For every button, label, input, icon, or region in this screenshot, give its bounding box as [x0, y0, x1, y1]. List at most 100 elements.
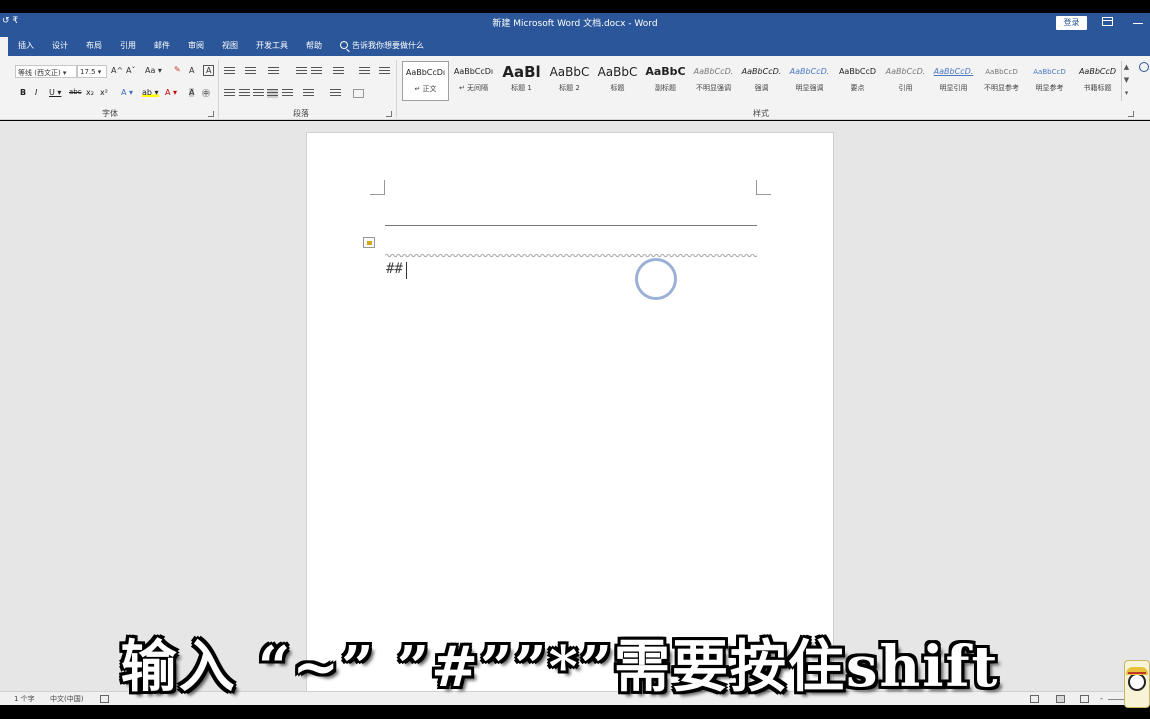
tab-help[interactable]: 帮助: [306, 40, 322, 51]
style-subtle-emphasis[interactable]: AaBbCcD. 不明显强调: [690, 61, 737, 101]
style-sample: AaBl: [502, 63, 541, 81]
bullets-icon[interactable]: [224, 67, 235, 76]
font-size-combo[interactable]: 17.5 ▾: [77, 65, 107, 78]
italic-button[interactable]: I: [35, 88, 37, 97]
align-right-icon[interactable]: [253, 89, 264, 98]
subscript-button[interactable]: x₂: [86, 88, 94, 97]
style-sample: AaBbCcD.: [741, 67, 782, 76]
char-shading-top-button[interactable]: A: [189, 66, 194, 75]
wavy-line: [385, 253, 757, 258]
tab-developer[interactable]: 开发工具: [256, 40, 288, 51]
style-quote[interactable]: AaBbCcD. 引用: [882, 61, 929, 101]
styles-dialog-launcher-icon[interactable]: [1128, 111, 1134, 117]
borders-icon[interactable]: [353, 89, 364, 98]
font-group-label: 字体: [102, 109, 118, 118]
tab-design[interactable]: 设计: [52, 40, 68, 51]
multilevel-list-icon[interactable]: [268, 67, 279, 76]
style-subtitle[interactable]: AaBbC 副标题: [642, 61, 689, 101]
document-page[interactable]: ##: [306, 132, 834, 697]
find-icon[interactable]: [1139, 62, 1149, 72]
style-sample: AaBbCcD: [985, 68, 1018, 76]
style-sample: AaBbCcD.: [789, 67, 830, 76]
enclose-chars-button[interactable]: ㊥: [202, 88, 210, 99]
char-shading-button[interactable]: A: [189, 88, 195, 97]
distributed-icon[interactable]: [282, 89, 293, 98]
mascot-badge: [1124, 660, 1150, 708]
style-name: 明显强调: [795, 84, 824, 92]
hat-band: [1128, 672, 1146, 674]
style-strong[interactable]: AaBbCcD 要点: [834, 61, 881, 101]
font-dialog-launcher-icon[interactable]: [208, 111, 214, 117]
minimize-icon[interactable]: [1133, 23, 1143, 24]
style-sample: AaBbC: [549, 65, 590, 79]
underline-button[interactable]: U ▾: [49, 88, 61, 97]
ribbon-display-options-icon[interactable]: [1102, 17, 1113, 26]
increase-indent-icon[interactable]: [311, 67, 322, 76]
style-intense-emphasis[interactable]: AaBbCcD. 明显强调: [786, 61, 833, 101]
tab-references[interactable]: 引用: [120, 40, 136, 51]
style-sample: AaBbC: [597, 65, 638, 79]
strikethrough-button[interactable]: abc: [69, 88, 82, 96]
chevron-down-icon[interactable]: ▼: [1122, 74, 1131, 87]
tab-home-stub[interactable]: [0, 37, 8, 56]
title-bar: ↺ ₹ 新建 Microsoft Word 文档.docx - Word 登录: [0, 13, 1150, 34]
asian-layout-icon[interactable]: [333, 67, 344, 76]
text-effects-button[interactable]: A ▾: [121, 88, 133, 97]
style-heading-1[interactable]: AaBl 标题 1: [498, 61, 545, 101]
clear-formatting-button[interactable]: ✎: [174, 65, 181, 74]
window-title: 新建 Microsoft Word 文档.docx - Word: [492, 19, 658, 29]
decrease-indent-icon[interactable]: [296, 67, 307, 76]
change-case-button[interactable]: Aa ▾: [145, 66, 162, 75]
superscript-button[interactable]: x²: [100, 88, 108, 97]
tab-insert[interactable]: 插入: [18, 40, 34, 51]
bottom-black-band: [0, 705, 1150, 719]
style-intense-quote[interactable]: AaBbCcD. 明显引用: [930, 61, 977, 101]
ribbon-tabs: 插入 设计 布局 引用 邮件 审阅 视图 开发工具 帮助 告诉我你想要做什么: [0, 34, 1150, 56]
paragraph-dialog-launcher-icon[interactable]: [386, 111, 392, 117]
line-spacing-icon[interactable]: [303, 89, 314, 98]
style-subtle-reference[interactable]: AaBbCcD 不明显参考: [978, 61, 1025, 101]
style-name: 书籍标题: [1083, 84, 1112, 92]
char-border-button[interactable]: A: [203, 65, 215, 76]
style-heading-2[interactable]: AaBbC 标题 2: [546, 61, 593, 101]
more-styles-icon[interactable]: ▾: [1122, 87, 1131, 100]
style-intense-reference[interactable]: AaBbCcD 明显参考: [1026, 61, 1073, 101]
tell-me-search[interactable]: 告诉我你想要做什么: [340, 40, 424, 51]
sort-icon[interactable]: [359, 67, 370, 76]
style-sample: AaBbCcD: [838, 67, 877, 76]
tell-me-placeholder: 告诉我你想要做什么: [352, 41, 424, 50]
style-name: 不明显强调: [696, 84, 731, 92]
login-button[interactable]: 登录: [1056, 16, 1087, 30]
font-color-button[interactable]: A ▾: [165, 88, 177, 97]
align-center-icon[interactable]: [239, 89, 250, 98]
tab-review[interactable]: 审阅: [188, 40, 204, 51]
tab-view[interactable]: 视图: [222, 40, 238, 51]
click-indicator-ring: [635, 258, 677, 300]
style-no-spacing[interactable]: AaBbCcDı ↵ 无间隔: [450, 61, 497, 101]
grow-font-button[interactable]: A^: [111, 66, 123, 75]
style-emphasis[interactable]: AaBbCcD. 强调: [738, 61, 785, 101]
show-marks-icon[interactable]: [379, 67, 390, 76]
style-name: ↵ 正文: [414, 85, 437, 93]
align-left-icon[interactable]: [224, 89, 235, 98]
numbering-icon[interactable]: [245, 67, 256, 76]
style-sample: AaBbCcD: [1033, 68, 1066, 76]
highlight-button[interactable]: ab ▾: [142, 88, 159, 97]
shading-icon[interactable]: [330, 89, 341, 98]
style-normal[interactable]: AaBbCcDı ↵ 正文: [402, 61, 449, 101]
style-name: 标题 2: [559, 84, 580, 92]
bold-button[interactable]: B: [20, 88, 26, 97]
document-text[interactable]: ##: [386, 261, 403, 277]
styles-gallery-scrollbar[interactable]: ▲ ▼ ▾: [1121, 61, 1131, 101]
justify-icon[interactable]: [267, 89, 278, 98]
header-divider-line: [385, 225, 757, 226]
tab-layout[interactable]: 布局: [86, 40, 102, 51]
chevron-up-icon[interactable]: ▲: [1122, 61, 1131, 74]
autocorrect-options-icon[interactable]: [363, 237, 375, 248]
style-name: 标题: [610, 84, 625, 92]
style-title[interactable]: AaBbC 标题: [594, 61, 641, 101]
tab-mailings[interactable]: 邮件: [154, 40, 170, 51]
style-book-title[interactable]: AaBbCcD 书籍标题: [1074, 61, 1121, 101]
font-name-combo[interactable]: 等线 (西文正) ▾: [15, 65, 77, 78]
shrink-font-button[interactable]: Aˇ: [126, 66, 135, 75]
